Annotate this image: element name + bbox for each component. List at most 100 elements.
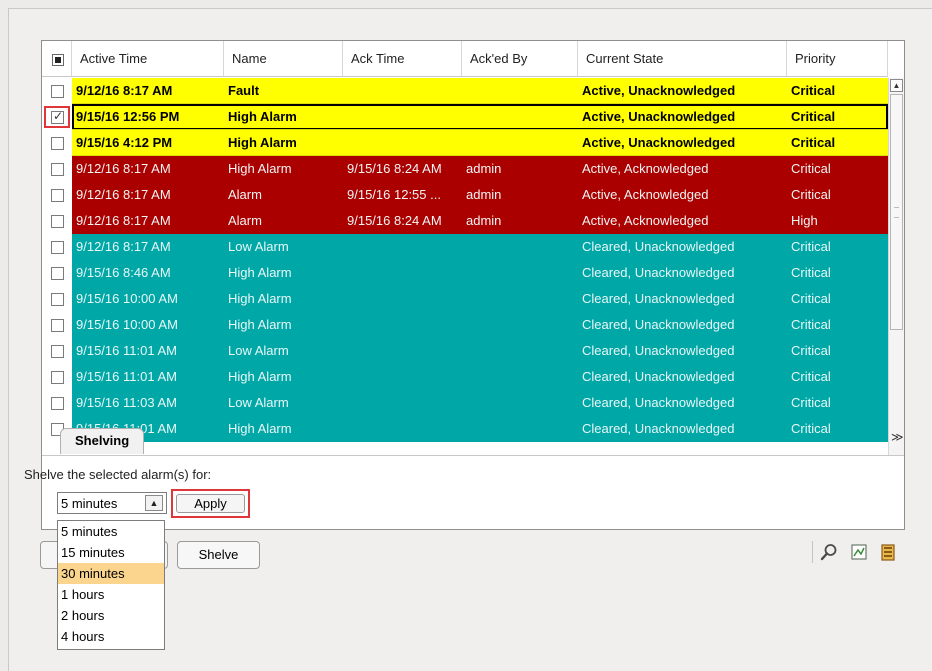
- table-row[interactable]: 9/15/16 11:01 AM Low Alarm Cleared, Unackn…: [42, 338, 888, 364]
- cell-acked-by: [462, 78, 578, 104]
- row-checkbox[interactable]: [51, 241, 64, 254]
- row-checkbox[interactable]: [51, 371, 64, 384]
- cell-priority: Critical: [787, 130, 888, 156]
- header-name[interactable]: Name: [224, 41, 343, 77]
- header-select-all[interactable]: [42, 41, 72, 77]
- table-row[interactable]: 9/15/16 8:46 AM High Alarm Cleared, Unackn…: [42, 260, 888, 286]
- cell-ack-time: [343, 104, 462, 130]
- row-checkbox[interactable]: [51, 319, 64, 332]
- cell-ack-time: [343, 338, 462, 364]
- checkbox-highlight: [44, 106, 70, 128]
- cell-active-time: 9/15/16 8:46 AM: [76, 265, 171, 280]
- scroll-up-icon[interactable]: ▲: [890, 79, 903, 92]
- row-body[interactable]: 9/12/16 8:17 AM Alarm 9/15/16 8:24 AM admin…: [72, 208, 888, 234]
- cell-active-time: 9/12/16 8:17 AM: [76, 213, 171, 228]
- table-row[interactable]: 9/12/16 8:17 AM High Alarm 9/15/16 8:24 AM…: [42, 156, 888, 182]
- dropdown-arrow-icon[interactable]: ▲: [145, 495, 163, 511]
- table-row[interactable]: 9/15/16 11:03 AM Low Alarm Cleared, Unackn…: [42, 390, 888, 416]
- cell-active-time: 9/15/16 4:12 PM: [72, 130, 224, 156]
- row-body[interactable]: 9/15/16 11:03 AM Low Alarm Cleared, Unackn…: [72, 390, 888, 416]
- row-body[interactable]: 9/15/16 12:56 PM High Alarm Active, Unackn…: [72, 104, 888, 130]
- header-current-state[interactable]: Current State: [578, 41, 787, 77]
- shelve-button[interactable]: Shelve: [177, 541, 260, 569]
- vertical-scrollbar[interactable]: ▲ ≫: [888, 78, 904, 455]
- table-row[interactable]: 9/15/16 11:01 AMHigh AlarmCleared, Unack…: [42, 416, 888, 442]
- table-row[interactable]: 9/15/16 10:00 AM High Alarm Cleared, Unack…: [42, 286, 888, 312]
- cell-current-state: Active, Acknowledged: [582, 161, 709, 176]
- cell-priority: Critical: [791, 395, 831, 410]
- cell-name: High Alarm: [228, 369, 292, 384]
- table-row[interactable]: 9/12/16 8:17 AM Alarm 9/15/16 12:55 ... adm…: [42, 182, 888, 208]
- cell-active-time: 9/15/16 10:00 AM: [76, 317, 178, 332]
- row-checkbox[interactable]: [51, 163, 64, 176]
- cell-ack-time: [343, 286, 462, 312]
- header-active-time[interactable]: Active Time: [72, 41, 224, 77]
- row-checkbox[interactable]: [51, 293, 64, 306]
- cell-ack-time: [343, 260, 462, 286]
- duration-option[interactable]: 2 hours: [58, 605, 164, 626]
- apply-button[interactable]: Apply: [176, 494, 245, 513]
- row-checkbox[interactable]: [51, 345, 64, 358]
- shelve-duration-dropdown[interactable]: 5 minutes ▲: [57, 492, 167, 514]
- cell-current-state: Cleared, Unacknowledged: [582, 317, 735, 332]
- shelving-tab[interactable]: Shelving: [60, 428, 145, 454]
- toolbar-icons: [812, 541, 908, 563]
- row-checkbox[interactable]: [51, 137, 64, 150]
- table-row[interactable]: 9/15/16 4:12 PM High Alarm Active, Unackno…: [42, 130, 888, 156]
- row-body[interactable]: 9/15/16 8:46 AM High Alarm Cleared, Unackn…: [72, 260, 888, 286]
- row-body[interactable]: 9/12/16 8:17 AM Fault Active, Unacknowledg…: [72, 78, 888, 104]
- cell-current-state: Active, Unacknowledged: [578, 78, 787, 104]
- duration-option[interactable]: 1 hours: [58, 584, 164, 605]
- header-acked-by[interactable]: Ack'ed By: [462, 41, 578, 77]
- shelve-prompt: Shelve the selected alarm(s) for:: [24, 467, 212, 482]
- scrollbar-thumb[interactable]: [890, 94, 903, 330]
- select-all-checkbox[interactable]: [52, 54, 64, 66]
- cell-name: High Alarm: [228, 421, 292, 436]
- table-row[interactable]: 9/15/16 12:56 PMHigh Alarm Active, Unackn…: [42, 104, 888, 130]
- row-checkbox[interactable]: [51, 85, 64, 98]
- row-body[interactable]: 9/15/16 11:01 AMHigh AlarmCleared, Unack…: [72, 416, 888, 442]
- table-row[interactable]: 9/12/16 8:17 AM Fault Active, Unacknowledg…: [42, 78, 888, 104]
- table-row[interactable]: 9/12/16 8:17 AM Low Alarm Cleared, Unackno…: [42, 234, 888, 260]
- cell-priority: High: [791, 213, 818, 228]
- cell-name: High Alarm: [228, 317, 292, 332]
- magnifier-icon[interactable]: [820, 543, 838, 561]
- row-body[interactable]: 9/15/16 11:01 AMHigh AlarmCleared, Unack…: [72, 364, 888, 390]
- row-body[interactable]: 9/15/16 10:00 AM High Alarm Cleared, Unack…: [72, 286, 888, 312]
- row-body[interactable]: 9/15/16 10:00 AM High Alarm Cleared, Unack…: [72, 312, 888, 338]
- expand-more-icon[interactable]: ≫: [891, 430, 904, 444]
- row-checkbox[interactable]: [51, 397, 64, 410]
- row-checkbox[interactable]: [51, 189, 64, 202]
- cell-acked-by: [462, 286, 578, 312]
- cell-acked-by: [462, 416, 578, 442]
- row-body[interactable]: 9/15/16 11:01 AM Low Alarm Cleared, Unackn…: [72, 338, 888, 364]
- table-row[interactable]: 9/15/16 11:01 AMHigh AlarmCleared, Unack…: [42, 364, 888, 390]
- table-row[interactable]: 9/12/16 8:17 AM Alarm 9/15/16 8:24 AM admin…: [42, 208, 888, 234]
- cell-current-state: Cleared, Unacknowledged: [582, 343, 735, 358]
- cell-current-state: Cleared, Unacknowledged: [582, 265, 735, 280]
- duration-option[interactable]: 15 minutes: [58, 542, 164, 563]
- cell-priority: Critical: [791, 187, 831, 202]
- row-select-cell: [42, 364, 72, 390]
- table-row[interactable]: 9/15/16 10:00 AM High Alarm Cleared, Unack…: [42, 312, 888, 338]
- cell-current-state: Active, Acknowledged: [582, 213, 709, 228]
- cell-ack-time: [343, 416, 462, 442]
- row-checkbox[interactable]: [51, 215, 64, 228]
- duration-option[interactable]: 5 minutes: [58, 521, 164, 542]
- chart-icon[interactable]: [850, 543, 868, 561]
- cell-ack-time: [343, 390, 462, 416]
- cell-name: Alarm: [228, 213, 262, 228]
- cell-ack-time: 9/15/16 8:24 AM: [347, 213, 442, 228]
- row-checkbox[interactable]: [51, 267, 64, 280]
- row-body[interactable]: 9/12/16 8:17 AM Low Alarm Cleared, Unackno…: [72, 234, 888, 260]
- cell-active-time: 9/15/16 11:01 AM: [76, 343, 177, 358]
- duration-option[interactable]: 30 minutes: [58, 563, 164, 584]
- header-ack-time[interactable]: Ack Time: [343, 41, 462, 77]
- header-priority[interactable]: Priority: [787, 41, 888, 77]
- duration-option[interactable]: 4 hours: [58, 626, 164, 647]
- export-icon[interactable]: [879, 543, 897, 561]
- row-body[interactable]: 9/12/16 8:17 AM Alarm 9/15/16 12:55 ... adm…: [72, 182, 888, 208]
- row-body[interactable]: 9/12/16 8:17 AM High Alarm 9/15/16 8:24 AM…: [72, 156, 888, 182]
- cell-active-time: 9/15/16 10:00 AM: [76, 291, 178, 306]
- row-body[interactable]: 9/15/16 4:12 PM High Alarm Active, Unackno…: [72, 130, 888, 156]
